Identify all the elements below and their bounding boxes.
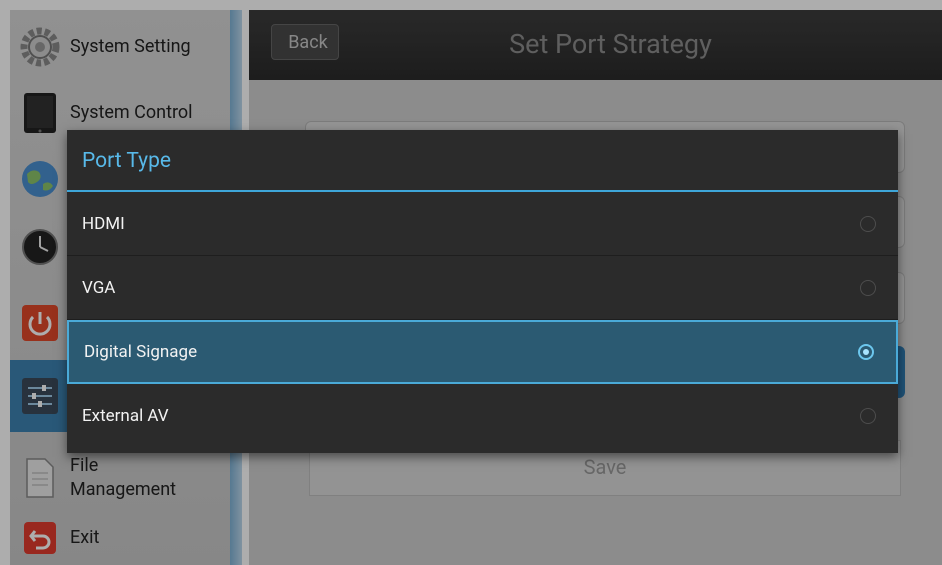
option-label: External AV (82, 406, 169, 426)
radio-icon[interactable] (860, 408, 876, 424)
port-type-dialog: Port Type HDMI VGA Digital Signage Exter… (67, 130, 898, 453)
option-label: Digital Signage (84, 342, 198, 362)
option-label: HDMI (82, 213, 125, 234)
option-label: VGA (82, 277, 116, 298)
radio-selected-icon[interactable] (858, 344, 874, 360)
option-hdmi[interactable]: HDMI (67, 192, 898, 256)
radio-icon[interactable] (860, 215, 876, 232)
radio-icon[interactable] (860, 279, 876, 296)
dialog-title: Port Type (67, 130, 898, 192)
option-vga[interactable]: VGA (67, 256, 898, 320)
option-external-av[interactable]: External AV (67, 384, 898, 448)
option-digital-signage[interactable]: Digital Signage (67, 320, 898, 384)
